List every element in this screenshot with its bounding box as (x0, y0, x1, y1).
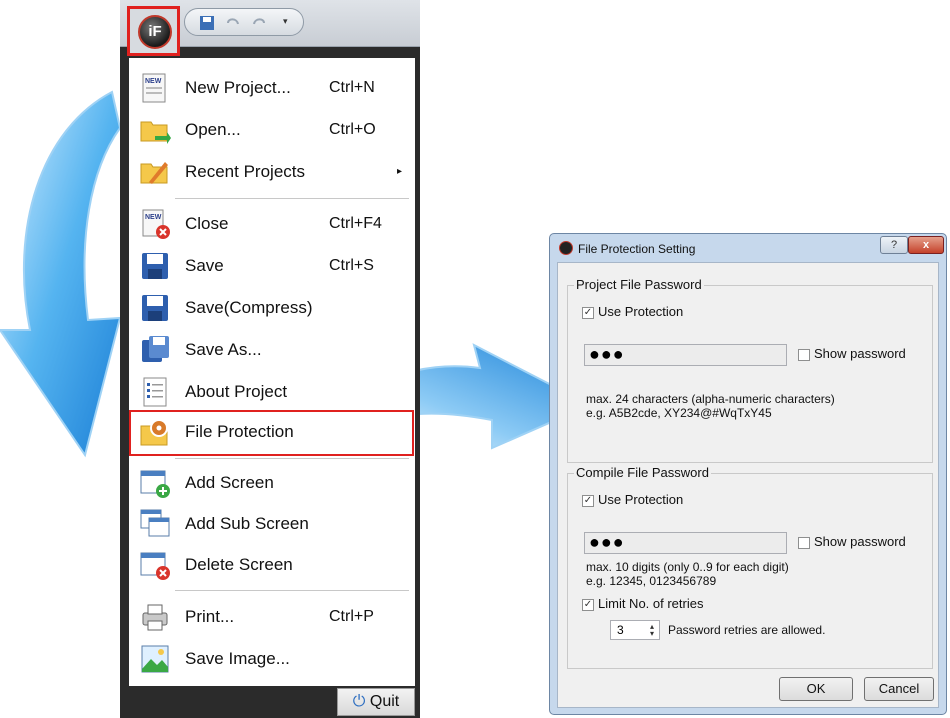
redo-icon[interactable] (251, 15, 267, 31)
power-icon: ⏻ (352, 693, 366, 710)
save-as-icon (142, 336, 169, 362)
cancel-button[interactable]: Cancel (864, 677, 934, 701)
retries-value: 3 (617, 623, 624, 637)
new-project-icon: NEW (142, 73, 166, 103)
compile-use-protection-checkbox[interactable]: ✓ (582, 495, 594, 507)
menu-label: Save As... (185, 340, 262, 359)
submenu-arrow-icon: ▸ (397, 166, 403, 177)
menu-shortcut: Ctrl+O (329, 121, 376, 138)
dialog-body: Project File Password ✓ Use Protection ●… (557, 262, 939, 708)
menu-shortcut: Ctrl+N (329, 79, 375, 96)
menu-item-new-project[interactable]: NEW New Project... Ctrl+N (129, 68, 415, 108)
application-button[interactable]: iF (127, 6, 180, 56)
recent-folder-icon (140, 162, 168, 184)
menu-label: Save Image... (185, 649, 290, 668)
hint-text: max. 10 digits (only 0..9 for each digit… (586, 560, 789, 574)
close-project-icon: NEW (142, 209, 170, 239)
group-legend: Project File Password (574, 277, 704, 292)
about-document-icon (143, 377, 167, 407)
menu-shortcut: Ctrl+S (329, 257, 374, 274)
group-legend: Compile File Password (574, 465, 711, 480)
retries-label: Password retries are allowed. (668, 623, 826, 637)
checkbox-label: Use Protection (598, 492, 684, 507)
menu-item-save-as[interactable]: Save As... (129, 330, 415, 370)
project-use-protection-checkbox[interactable]: ✓ (582, 307, 594, 319)
add-sub-screen-icon (140, 509, 170, 537)
delete-screen-icon (140, 552, 170, 580)
help-button[interactable]: ? (880, 236, 908, 254)
save-disk-icon (142, 253, 168, 279)
project-password-input[interactable]: ●●● (584, 344, 787, 366)
menu-label: Save(Compress) (185, 298, 313, 317)
menu-label: Delete Screen (185, 555, 293, 574)
curved-arrow-left (0, 90, 122, 458)
menu-label: Open... (185, 120, 241, 139)
menu-item-save-image[interactable]: Save Image... (129, 639, 415, 679)
spinner-arrows-icon[interactable]: ▴ ▾ (647, 623, 657, 638)
svg-text:NEW: NEW (145, 214, 162, 221)
menu-item-about-project[interactable]: About Project (129, 372, 415, 412)
menu-label: Print... (185, 607, 235, 626)
project-show-password-checkbox[interactable] (798, 349, 810, 361)
checkbox-label: Limit No. of retries (598, 596, 704, 611)
svg-text:NEW: NEW (145, 78, 162, 85)
menu-label: Add Sub Screen (185, 514, 309, 533)
app-icon (559, 241, 573, 255)
file-protection-highlight (129, 410, 414, 456)
menu-separator (175, 198, 409, 199)
menu-shortcut: Ctrl+F4 (329, 215, 382, 232)
checkbox-label: Show password (814, 534, 906, 549)
menu-label: About Project (185, 382, 288, 401)
dialog-title: File Protection Setting (578, 242, 696, 256)
menu-label: Save (185, 256, 224, 275)
menu-item-save[interactable]: Save Ctrl+S (129, 246, 415, 286)
undo-icon[interactable] (225, 15, 241, 31)
menu-item-add-sub-screen[interactable]: Add Sub Screen (129, 504, 415, 544)
menu-item-delete-screen[interactable]: Delete Screen (129, 545, 415, 585)
compile-password-input[interactable]: ●●● (584, 532, 787, 554)
file-menu-panel: NEW New Project... Ctrl+N Open... Ctrl+O… (129, 58, 415, 686)
compile-password-group: Compile File Password ✓ Use Protection ●… (567, 465, 933, 669)
quick-access-pill: ▾ (184, 8, 304, 36)
menu-label: New Project... (185, 78, 291, 97)
hint-text: e.g. A5B2cde, XY234@#WqTxY45 (586, 406, 772, 420)
save-icon[interactable] (199, 15, 215, 31)
menu-item-open[interactable]: Open... Ctrl+O (129, 110, 415, 150)
file-protection-dialog: File Protection Setting ? x Project File… (549, 233, 947, 715)
limit-retries-checkbox[interactable]: ✓ (582, 599, 594, 611)
menu-item-save-compress[interactable]: Save(Compress) (129, 288, 415, 328)
open-folder-icon (140, 121, 171, 144)
checkbox-label: Use Protection (598, 304, 684, 319)
menu-label: Close (185, 214, 229, 233)
save-compress-icon (142, 295, 168, 321)
menu-shortcut: Ctrl+P (329, 608, 374, 625)
printer-icon (142, 604, 168, 631)
retries-spinner[interactable]: 3 ▴ ▾ (610, 620, 660, 640)
add-screen-icon (140, 470, 170, 498)
ok-button[interactable]: OK (779, 677, 853, 701)
menu-item-recent-projects[interactable]: Recent Projects ▸ (129, 152, 415, 192)
quit-button[interactable]: ⏻ Quit (337, 688, 415, 716)
hint-text: e.g. 12345, 0123456789 (586, 574, 717, 588)
menu-label: Recent Projects (185, 162, 305, 181)
menu-separator (175, 458, 409, 459)
menu-item-add-screen[interactable]: Add Screen (129, 463, 415, 503)
project-password-group: Project File Password ✓ Use Protection ●… (567, 277, 933, 463)
menu-separator (175, 590, 409, 591)
menu-item-print[interactable]: Print... Ctrl+P (129, 597, 415, 637)
app-logo: iF (138, 15, 172, 49)
save-image-icon (141, 645, 169, 673)
checkbox-label: Show password (814, 346, 906, 361)
quit-label: Quit (369, 693, 400, 710)
customize-dropdown-icon[interactable]: ▾ (283, 16, 288, 27)
close-button[interactable]: x (908, 236, 944, 254)
menu-label: Add Screen (185, 473, 274, 492)
compile-show-password-checkbox[interactable] (798, 537, 810, 549)
hint-text: max. 24 characters (alpha-numeric charac… (586, 392, 835, 406)
menu-item-close[interactable]: NEW Close Ctrl+F4 (129, 204, 415, 244)
